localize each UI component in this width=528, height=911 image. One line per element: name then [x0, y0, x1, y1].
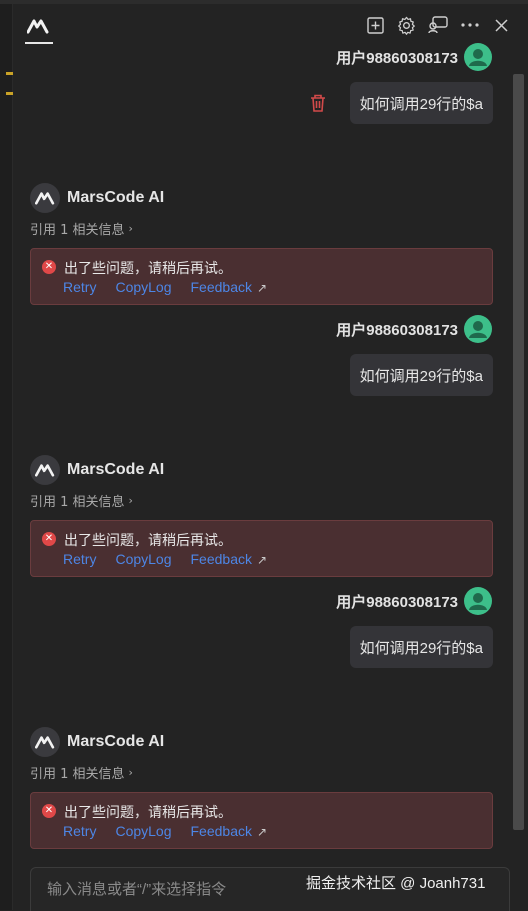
- external-link-icon: ↗: [256, 281, 268, 295]
- reference-link[interactable]: 引用 1 相关信息 ›: [30, 491, 133, 510]
- new-chat-icon[interactable]: [364, 14, 386, 36]
- error-icon: ✕: [42, 804, 56, 818]
- error-message: 出了些问题，请稍后再试。: [64, 261, 232, 277]
- feedback-icon[interactable]: [427, 14, 449, 36]
- chevron-right-icon: ›: [128, 494, 133, 507]
- user-avatar: [464, 43, 492, 71]
- feedback-link-label: Feedback: [190, 551, 252, 567]
- close-icon[interactable]: [490, 14, 512, 36]
- user-message: 如何调用29行的$a: [349, 354, 493, 396]
- copylog-link[interactable]: CopyLog: [115, 551, 171, 567]
- assistant-name: MarsCode AI: [67, 189, 165, 206]
- feedback-link-label: Feedback: [190, 279, 252, 295]
- user-message: 如何调用29行的$a: [349, 626, 493, 668]
- error-actions: Retry CopyLog Feedback ↗: [63, 279, 286, 295]
- delete-icon[interactable]: [309, 93, 327, 113]
- reference-link[interactable]: 引用 1 相关信息 ›: [30, 763, 133, 782]
- assistant-avatar: [30, 183, 60, 213]
- user-message-text: 如何调用29行的$a: [359, 367, 483, 385]
- error-actions: Retry CopyLog Feedback ↗: [63, 823, 286, 839]
- gutter-marker: [6, 72, 13, 75]
- error-box: ✕ 出了些问题，请稍后再试。 Retry CopyLog Feedback ↗: [30, 520, 493, 577]
- external-link-icon: ↗: [256, 825, 268, 839]
- user-name: 用户98860308173: [336, 321, 458, 339]
- user-header: 用户98860308173: [336, 315, 458, 343]
- assistant-name: MarsCode AI: [67, 733, 165, 750]
- user-avatar: [464, 587, 492, 615]
- assistant-avatar: [30, 455, 60, 485]
- user-avatar: [464, 315, 492, 343]
- error-box: ✕ 出了些问题，请稍后再试。 Retry CopyLog Feedback ↗: [30, 248, 493, 305]
- chevron-right-icon: ›: [128, 222, 133, 235]
- error-message: 出了些问题，请稍后再试。: [64, 805, 232, 821]
- more-icon[interactable]: [459, 14, 481, 36]
- chat-scrollbar[interactable]: [513, 74, 524, 830]
- user-message: 如何调用29行的$a: [349, 82, 493, 124]
- assistant-name: MarsCode AI: [67, 461, 165, 478]
- reference-text: 引用 1 相关信息: [30, 495, 125, 510]
- retry-link[interactable]: Retry: [63, 823, 96, 839]
- reference-text: 引用 1 相关信息: [30, 767, 125, 782]
- user-header: 用户98860308173: [336, 43, 458, 71]
- watermark: 掘金技术社区 @ Joanh731: [306, 875, 486, 892]
- feedback-link-label: Feedback: [190, 823, 252, 839]
- retry-link[interactable]: Retry: [63, 551, 96, 567]
- marscode-logo-icon[interactable]: [27, 18, 49, 34]
- error-icon: ✕: [42, 532, 56, 546]
- gutter-marker: [6, 92, 13, 95]
- user-name: 用户98860308173: [336, 49, 458, 67]
- external-link-icon: ↗: [256, 553, 268, 567]
- settings-icon[interactable]: [395, 14, 417, 36]
- error-box: ✕ 出了些问题，请稍后再试。 Retry CopyLog Feedback ↗: [30, 792, 493, 849]
- retry-link[interactable]: Retry: [63, 279, 96, 295]
- assistant-header: MarsCode AI: [30, 727, 164, 757]
- copylog-link[interactable]: CopyLog: [115, 823, 171, 839]
- user-message-text: 如何调用29行的$a: [359, 639, 483, 657]
- active-tab-indicator: [25, 42, 53, 44]
- editor-gutter: [0, 4, 13, 910]
- assistant-header: MarsCode AI: [30, 183, 164, 213]
- user-header: 用户98860308173: [336, 587, 458, 615]
- feedback-link[interactable]: Feedback ↗: [191, 551, 268, 567]
- feedback-link[interactable]: Feedback ↗: [191, 823, 268, 839]
- chat-input[interactable]: [47, 881, 347, 898]
- error-actions: Retry CopyLog Feedback ↗: [63, 551, 286, 567]
- user-name: 用户98860308173: [336, 593, 458, 611]
- feedback-link[interactable]: Feedback ↗: [191, 279, 268, 295]
- error-icon: ✕: [42, 260, 56, 274]
- copylog-link[interactable]: CopyLog: [115, 279, 171, 295]
- chevron-right-icon: ›: [128, 766, 133, 779]
- error-message: 出了些问题，请稍后再试。: [64, 533, 232, 549]
- reference-text: 引用 1 相关信息: [30, 223, 125, 238]
- panel-header: [13, 4, 528, 44]
- assistant-header: MarsCode AI: [30, 455, 164, 485]
- assistant-avatar: [30, 727, 60, 757]
- user-message-text: 如何调用29行的$a: [359, 95, 483, 113]
- reference-link[interactable]: 引用 1 相关信息 ›: [30, 219, 133, 238]
